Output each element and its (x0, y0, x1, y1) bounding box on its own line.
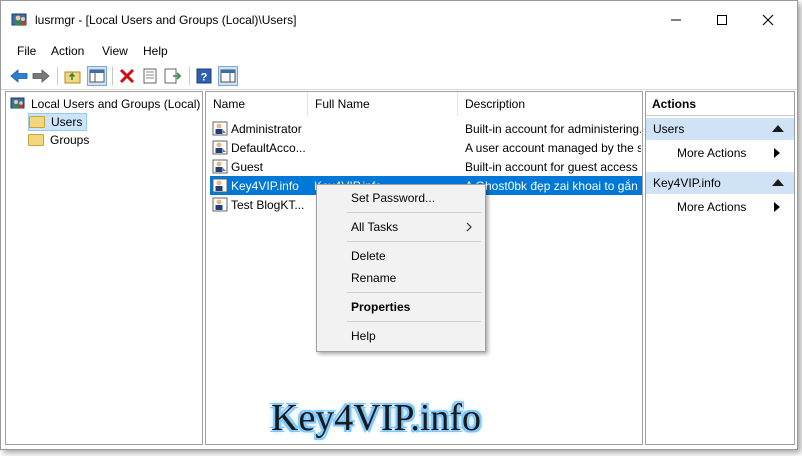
export-list-button[interactable] (163, 66, 183, 86)
submenu-arrow-icon (774, 202, 780, 212)
submenu-arrow-icon (774, 148, 780, 158)
user-icon (212, 197, 228, 212)
show-hide-tree-icon (89, 69, 105, 83)
table-row[interactable]: Administrator Built-in account for admin… (210, 119, 642, 138)
column-header-name[interactable]: Name (206, 92, 308, 116)
up-one-level-button[interactable] (63, 66, 83, 86)
context-menu: Set Password... All Tasks Delete Rename … (316, 184, 486, 352)
watermark-text: Key4VIP.info (271, 397, 482, 439)
user-name: DefaultAcco... (231, 141, 306, 155)
column-header-description[interactable]: Description (458, 92, 642, 116)
actions-section-users[interactable]: Users (646, 118, 794, 140)
actions-section-key4vip[interactable]: Key4VIP.info (646, 172, 794, 194)
actions-pane: Actions Users More Actions Key4VIP.info … (645, 91, 795, 445)
tree-item-users[interactable]: Users (28, 113, 88, 131)
user-name: Administrator (231, 122, 302, 136)
users-app-icon (11, 13, 27, 26)
user-icon (212, 140, 228, 155)
lusrmgr-window: lusrmgr - [Local Users and Groups (Local… (0, 0, 798, 450)
window-title: lusrmgr - [Local Users and Groups (Local… (35, 13, 297, 27)
collapse-triangle-icon (772, 125, 784, 132)
menu-action[interactable]: Action (51, 44, 84, 58)
up-folder-icon (64, 71, 81, 84)
context-properties[interactable]: Properties (317, 296, 485, 318)
context-delete[interactable]: Delete (317, 245, 485, 267)
tree-item-groups[interactable]: Groups (28, 131, 89, 149)
user-name: Test BlogKT... (231, 198, 305, 212)
more-actions-label: More Actions (677, 146, 747, 160)
context-separator (347, 292, 481, 293)
export-icon (164, 68, 182, 84)
toolbar-separator (189, 67, 190, 85)
actions-section-label: Key4VIP.info (653, 176, 721, 190)
minimize-icon (671, 19, 681, 21)
folder-icon (28, 134, 44, 146)
user-icon (212, 178, 228, 193)
close-button[interactable] (745, 1, 791, 39)
properties-button[interactable] (140, 66, 160, 86)
tree-root[interactable]: Local Users and Groups (Local) (10, 95, 200, 113)
menu-help[interactable]: Help (143, 44, 168, 58)
close-icon (762, 14, 774, 26)
context-help[interactable]: Help (317, 325, 485, 347)
user-description: Built-in account for administering... (465, 122, 641, 136)
toolbar: ? (1, 63, 797, 90)
tree-item-label: Users (51, 115, 83, 129)
user-description: Built-in account for guest access t... (465, 160, 641, 174)
delete-button[interactable] (117, 66, 137, 86)
user-name: Key4VIP.info (231, 179, 299, 193)
local-users-groups-icon (10, 97, 25, 109)
menu-file[interactable]: File (17, 44, 36, 58)
minimize-button[interactable] (653, 1, 699, 39)
title-bar: lusrmgr - [Local Users and Groups (Local… (1, 1, 797, 39)
folder-icon (29, 116, 45, 128)
context-separator (347, 241, 481, 242)
console-tree-pane: Local Users and Groups (Local) Users Gro… (5, 91, 203, 445)
toolbar-separator (57, 67, 58, 85)
menu-bar: File Action View Help (1, 39, 797, 61)
table-row[interactable]: Guest Built-in account for guest access … (210, 157, 642, 176)
tree-root-label: Local Users and Groups (Local) (31, 97, 201, 111)
context-rename[interactable]: Rename (317, 267, 485, 289)
help-icon: ? (196, 68, 212, 84)
more-actions-label: More Actions (677, 200, 747, 214)
show-action-pane-icon (220, 69, 236, 83)
help-button[interactable]: ? (194, 66, 214, 86)
forward-button[interactable] (31, 66, 51, 86)
show-hide-action-pane-button[interactable] (218, 66, 238, 86)
column-header-full-name[interactable]: Full Name (308, 92, 458, 116)
user-icon (212, 159, 228, 174)
actions-section-label: Users (653, 122, 685, 136)
delete-icon (119, 68, 135, 84)
back-arrow-icon (10, 69, 28, 83)
tree-item-label: Groups (50, 133, 90, 147)
more-actions-users[interactable]: More Actions (646, 142, 794, 164)
user-icon (212, 121, 228, 136)
user-name: Guest (231, 160, 264, 174)
back-button[interactable] (9, 66, 29, 86)
chevron-right-icon (466, 222, 472, 232)
more-actions-key4vip[interactable]: More Actions (646, 196, 794, 218)
collapse-triangle-icon (772, 179, 784, 186)
maximize-button[interactable] (699, 1, 745, 39)
context-set-password[interactable]: Set Password... (317, 187, 485, 209)
context-all-tasks[interactable]: All Tasks (317, 216, 485, 238)
maximize-icon (717, 15, 727, 25)
table-row[interactable]: DefaultAcco... A user account managed by… (210, 138, 642, 157)
user-description: A Ghost0bk đẹp zai khoai to gắn ... (465, 179, 641, 193)
show-hide-console-tree-button[interactable] (87, 66, 107, 86)
context-all-tasks-label: All Tasks (351, 220, 399, 234)
toolbar-separator (112, 67, 113, 85)
actions-title: Actions (646, 92, 794, 116)
properties-icon (143, 68, 157, 84)
svg-text:?: ? (201, 72, 208, 84)
menu-view[interactable]: View (102, 44, 128, 58)
forward-arrow-icon (32, 69, 50, 83)
context-separator (347, 212, 481, 213)
context-separator (347, 321, 481, 322)
user-description: A user account managed by the s... (465, 141, 641, 155)
